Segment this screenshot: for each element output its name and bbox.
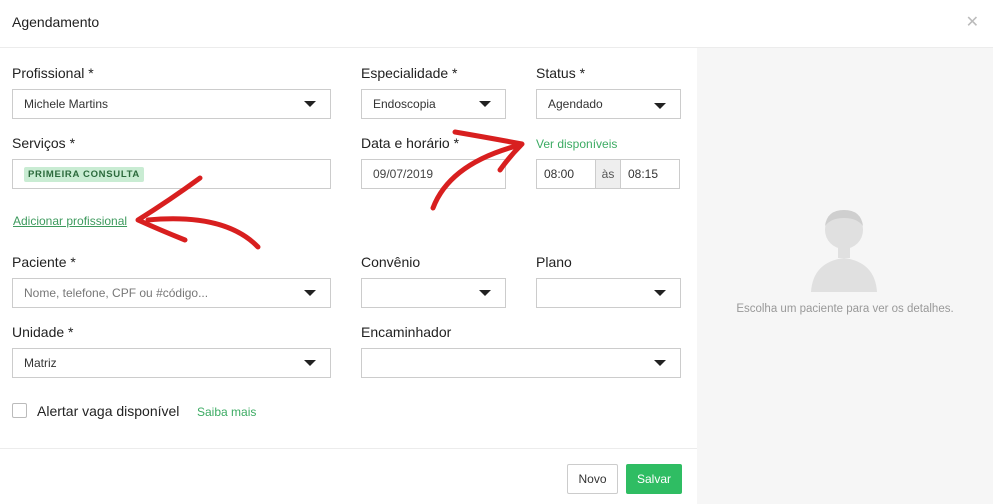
- status-select[interactable]: Agendado: [536, 89, 681, 119]
- ver-disponiveis-link[interactable]: Ver disponíveis: [536, 137, 617, 151]
- adicionar-profissional-link[interactable]: Adicionar profissional: [13, 214, 127, 228]
- chevron-down-icon: [304, 360, 316, 366]
- servicos-label: Serviços *: [12, 135, 76, 151]
- convenio-select[interactable]: [361, 278, 506, 308]
- chevron-down-icon: [654, 360, 666, 366]
- data-horario-label: Data e horário *: [361, 135, 460, 151]
- status-label: Status *: [536, 65, 586, 81]
- date-value: 09/07/2019: [373, 167, 434, 181]
- convenio-label: Convênio: [361, 254, 421, 270]
- especialidade-label: Especialidade *: [361, 65, 458, 81]
- service-tag[interactable]: PRIMEIRA CONSULTA: [24, 167, 144, 182]
- modal-header: Agendamento ✕: [0, 0, 993, 48]
- patient-hint: Escolha um paciente para ver os detalhes…: [736, 303, 954, 315]
- user-placeholder-icon: [811, 210, 877, 292]
- encaminhador-label: Encaminhador: [361, 324, 452, 340]
- plano-label: Plano: [536, 254, 572, 270]
- profissional-value: Michele Martins: [24, 97, 109, 111]
- chevron-down-icon: [479, 101, 491, 107]
- chevron-down-icon: [479, 290, 491, 296]
- date-input[interactable]: 09/07/2019: [361, 159, 506, 189]
- profissional-label: Profissional *: [12, 65, 94, 81]
- status-value: Agendado: [548, 97, 603, 111]
- alertar-label: Alertar vaga disponível: [37, 403, 180, 419]
- unidade-value: Matriz: [24, 356, 57, 370]
- paciente-placeholder: Nome, telefone, CPF ou #código...: [24, 286, 209, 300]
- salvar-button[interactable]: Salvar: [626, 464, 682, 494]
- unidade-label: Unidade *: [12, 324, 74, 340]
- chevron-down-icon: [654, 103, 666, 109]
- paciente-label: Paciente *: [12, 254, 76, 270]
- chevron-down-icon: [304, 290, 316, 296]
- servicos-input[interactable]: PRIMEIRA CONSULTA: [12, 159, 331, 189]
- footer-divider: [0, 448, 697, 449]
- novo-button[interactable]: Novo: [567, 464, 618, 494]
- chevron-down-icon: [304, 101, 316, 107]
- paciente-select[interactable]: Nome, telefone, CPF ou #código...: [12, 278, 331, 308]
- unidade-select[interactable]: Matriz: [12, 348, 331, 378]
- profissional-select[interactable]: Michele Martins: [12, 89, 331, 119]
- time-range: 08:00 às 08:15: [536, 159, 680, 189]
- modal-title: Agendamento: [12, 14, 100, 30]
- plano-select[interactable]: [536, 278, 681, 308]
- end-time-input[interactable]: 08:15: [621, 160, 679, 188]
- patient-details-panel: Escolha um paciente para ver os detalhes…: [697, 48, 993, 504]
- start-time-input[interactable]: 08:00: [537, 160, 595, 188]
- alertar-checkbox[interactable]: [12, 403, 27, 418]
- chevron-down-icon: [654, 290, 666, 296]
- time-separator: às: [595, 160, 621, 188]
- close-icon[interactable]: ✕: [966, 12, 979, 32]
- saiba-mais-link[interactable]: Saiba mais: [197, 405, 256, 419]
- encaminhador-select[interactable]: [361, 348, 681, 378]
- especialidade-value: Endoscopia: [373, 97, 436, 111]
- especialidade-select[interactable]: Endoscopia: [361, 89, 506, 119]
